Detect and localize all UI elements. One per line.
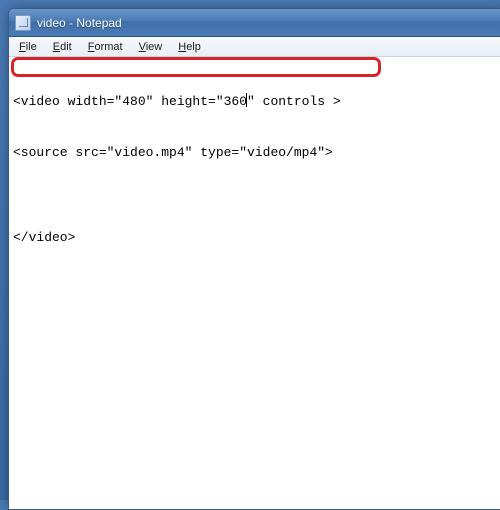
code-line-1: <video width="480" height="360" controls…	[13, 93, 500, 110]
notepad-icon	[15, 15, 31, 31]
notepad-window: video - Notepad File Edit Format View He…	[8, 8, 500, 510]
code-text: <video width="480" height="360	[13, 94, 247, 109]
menu-bar: File Edit Format View Help	[9, 37, 500, 57]
menu-edit[interactable]: Edit	[45, 39, 80, 55]
code-line-2: <source src="video.mp4" type="video/mp4"…	[13, 144, 500, 161]
title-bar[interactable]: video - Notepad	[9, 9, 500, 37]
code-text: " controls >	[247, 94, 341, 109]
menu-help[interactable]: Help	[170, 39, 209, 55]
menu-file[interactable]: File	[11, 39, 45, 55]
code-line-4: </video>	[13, 229, 500, 246]
text-editor-area[interactable]: <video width="480" height="360" controls…	[9, 57, 500, 509]
menu-view[interactable]: View	[131, 39, 171, 55]
desktop-background: video - Notepad File Edit Format View He…	[0, 0, 500, 500]
menu-format[interactable]: Format	[80, 39, 131, 55]
window-title: video - Notepad	[37, 16, 122, 30]
annotation-highlight-box	[11, 57, 381, 77]
